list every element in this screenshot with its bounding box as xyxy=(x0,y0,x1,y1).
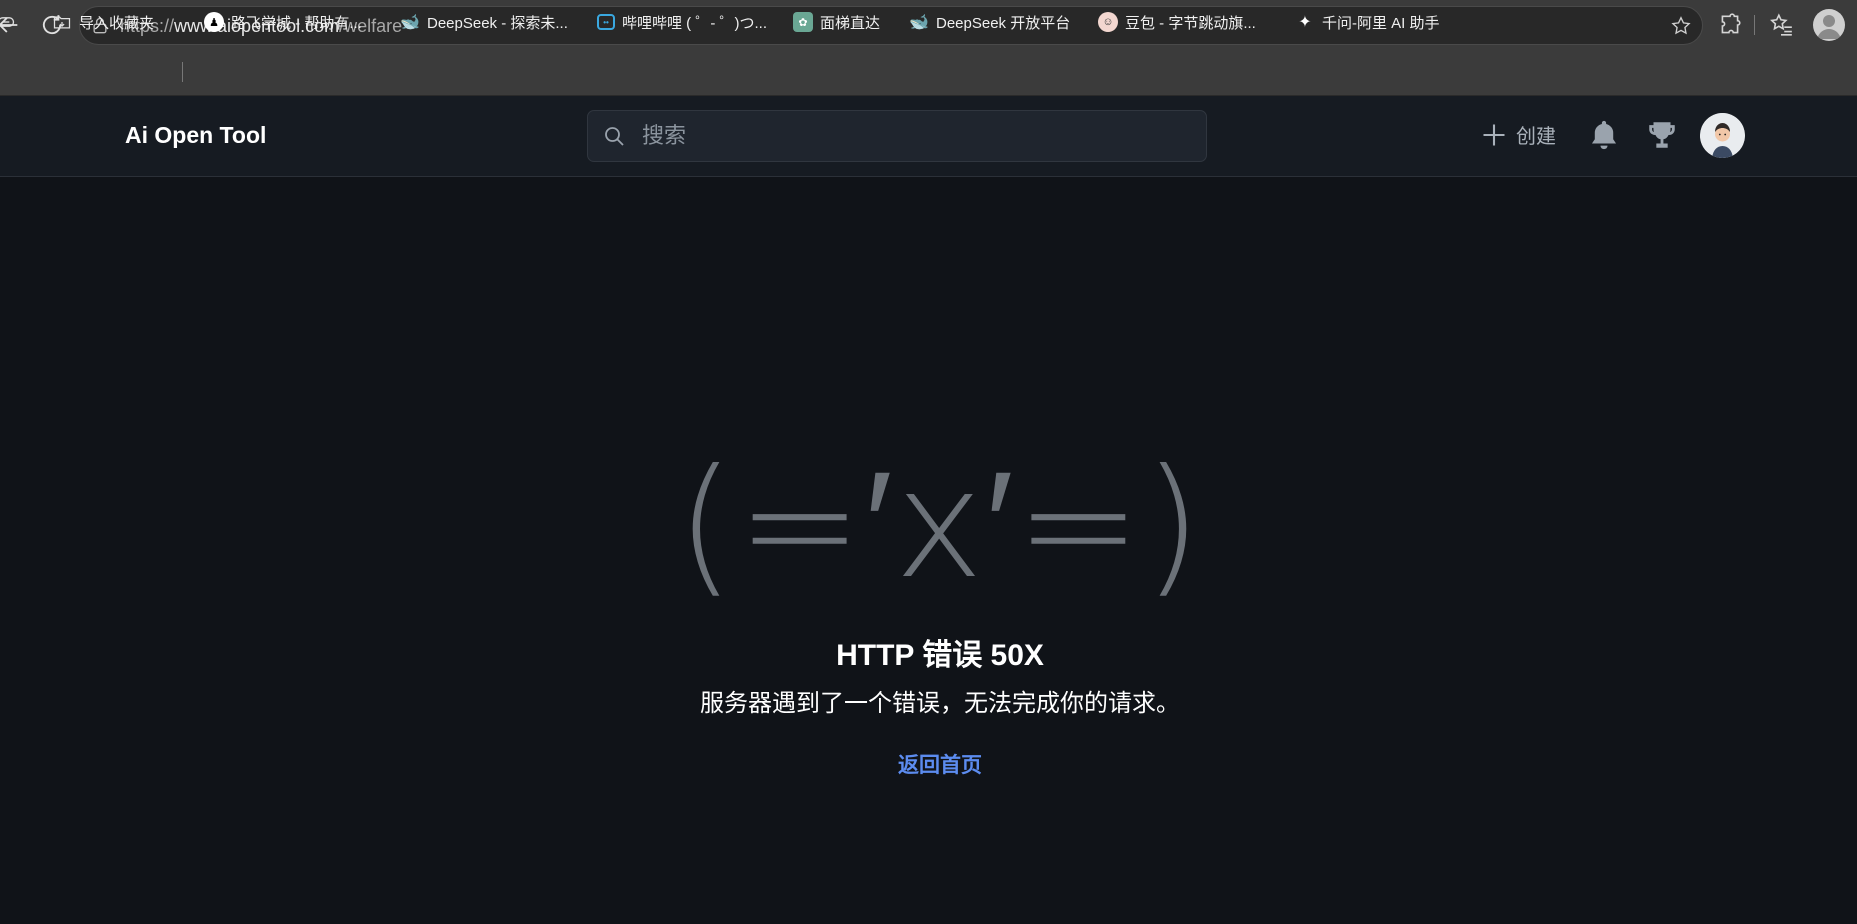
openai-icon: ✿ xyxy=(793,12,813,32)
deepseek-icon: 🐋 xyxy=(400,14,420,31)
bookmarks-bar xyxy=(0,50,1857,96)
bookmark-overflow-icon[interactable] xyxy=(0,10,16,34)
search-box[interactable] xyxy=(587,110,1207,162)
folder-import-icon xyxy=(52,12,72,32)
bilibili-icon: •• xyxy=(597,14,615,30)
error-title: HTTP 错误 50X xyxy=(836,639,1044,672)
bookmark-label: 导入收藏夹 xyxy=(79,14,155,32)
bookmark-label: 面梯直达 xyxy=(820,14,881,32)
create-button[interactable]: 创建 xyxy=(1480,120,1556,149)
error-kaomoji: (=′x′=) xyxy=(676,438,1204,612)
bookmark-label: 路飞学城 - 帮助有... xyxy=(231,14,362,32)
site-logo[interactable]: Ai Open Tool xyxy=(125,122,266,149)
bookmark-label: DeepSeek 开放平台 xyxy=(936,14,1071,32)
favorites-list-icon[interactable] xyxy=(1768,12,1794,38)
bookmark-label: 豆包 - 字节跳动旗... xyxy=(1125,14,1256,32)
bookmarks-separator xyxy=(182,62,183,82)
error-description: 服务器遇到了一个错误，无法完成你的请求。 xyxy=(700,690,1180,717)
toolbar-separator xyxy=(1754,15,1755,35)
plus-icon xyxy=(1483,124,1505,145)
bookmark-label: 千问-阿里 AI 助手 xyxy=(1322,14,1440,32)
create-label: 创建 xyxy=(1516,126,1556,148)
user-avatar[interactable] xyxy=(1700,113,1745,158)
site-header: Ai Open Tool 创建 xyxy=(0,96,1857,177)
search-icon xyxy=(602,124,626,148)
bookmark-bilibili[interactable]: •• 哔哩哔哩 ( ゜- ゜)つ... xyxy=(597,10,767,34)
qwen-icon: ✦ xyxy=(1298,14,1312,31)
bookmark-label: DeepSeek - 探索未... xyxy=(427,14,568,32)
deepseek-platform-icon: 🐋 xyxy=(909,14,929,31)
bookmark-mianti[interactable]: ✿ 面梯直达 xyxy=(793,10,880,34)
bookmark-import[interactable]: 导入收藏夹 xyxy=(52,10,154,34)
browser-profile-icon[interactable] xyxy=(1813,9,1845,41)
bookmark-label: 哔哩哔哩 ( ゜- ゜)つ... xyxy=(622,14,767,32)
bookmark-qwen[interactable]: ✦ 千问-阿里 AI 助手 xyxy=(1295,10,1440,34)
bell-icon[interactable] xyxy=(1587,118,1621,152)
extensions-puzzle-icon[interactable] xyxy=(1717,12,1743,38)
trophy-icon[interactable] xyxy=(1645,118,1679,152)
bookmark-luffy[interactable]: ♟ 路飞学城 - 帮助有... xyxy=(204,10,362,34)
bookmark-doubao[interactable]: ☺ 豆包 - 字节跳动旗... xyxy=(1098,10,1256,34)
search-input[interactable] xyxy=(642,111,1182,161)
luffy-icon: ♟ xyxy=(204,12,224,32)
favorite-star-icon[interactable] xyxy=(1670,15,1692,37)
doubao-icon: ☺ xyxy=(1098,12,1118,32)
bookmark-deepseek-platform[interactable]: 🐋 DeepSeek 开放平台 xyxy=(909,10,1070,34)
bookmark-deepseek[interactable]: 🐋 DeepSeek - 探索未... xyxy=(400,10,568,34)
back-home-link[interactable]: 返回首页 xyxy=(0,749,1857,779)
